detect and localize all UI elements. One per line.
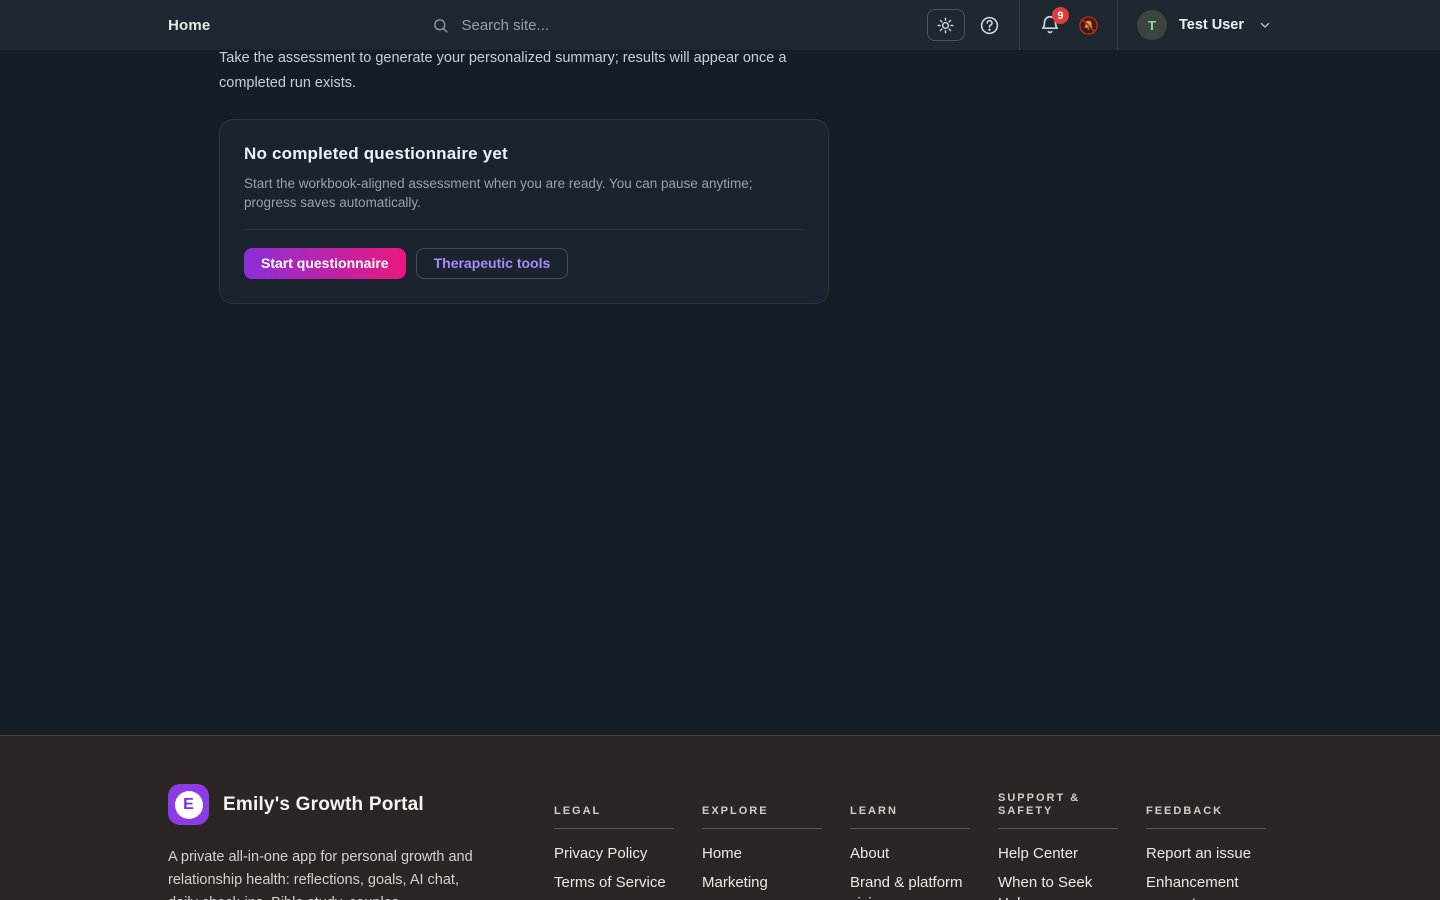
footer-link-when-to-seek-help[interactable]: When to Seek Help xyxy=(998,872,1118,900)
results-intro-text: Take the assessment to generate your per… xyxy=(219,46,859,96)
main-content: Take the assessment to generate your per… xyxy=(0,0,1440,735)
user-name: Test User xyxy=(1179,17,1244,33)
footer-column-feedback: FEEDBACK Report an issue Enhancement req… xyxy=(1146,784,1266,900)
footer-heading: LEGAL xyxy=(554,784,674,818)
footer-heading: EXPLORE xyxy=(702,784,822,818)
page-footer: E Emily's Growth Portal A private all-in… xyxy=(0,735,1440,900)
navbar-actions: 9 T Test User xyxy=(927,0,1272,50)
footer-link-about[interactable]: About xyxy=(850,843,970,864)
navbar-divider xyxy=(1019,0,1020,50)
footer-link-help-center[interactable]: Help Center xyxy=(998,843,1118,864)
card-divider xyxy=(244,229,804,230)
navbar-divider xyxy=(1117,0,1118,50)
footer-link-enhancement-requests[interactable]: Enhancement requests xyxy=(1146,872,1266,900)
card-description: Start the workbook-aligned assessment wh… xyxy=(244,174,774,212)
footer-brand-block: E Emily's Growth Portal A private all-in… xyxy=(168,784,476,900)
brand-logo-letter: E xyxy=(175,791,203,819)
footer-link-brand-platform-vision[interactable]: Brand & platform vision xyxy=(850,872,970,900)
sun-icon xyxy=(937,17,954,34)
theme-toggle-button[interactable] xyxy=(927,9,965,41)
questionnaire-empty-state-card: No completed questionnaire yet Start the… xyxy=(219,119,829,304)
footer-link-home[interactable]: Home xyxy=(702,843,822,864)
notification-badge: 9 xyxy=(1052,7,1069,24)
footer-heading: SUPPORT & SAFETY xyxy=(998,784,1118,818)
nav-home-link[interactable]: Home xyxy=(168,17,210,34)
footer-heading: LEARN xyxy=(850,784,970,818)
footer-heading: FEEDBACK xyxy=(1146,784,1266,818)
search-input[interactable] xyxy=(459,16,673,35)
footer-link-marketing[interactable]: Marketing xyxy=(702,872,822,893)
brand-name: Emily's Growth Portal xyxy=(223,794,424,816)
brand-description: A private all-in-one app for personal gr… xyxy=(168,846,476,900)
therapeutic-tools-button[interactable]: Therapeutic tools xyxy=(416,248,569,279)
footer-link-terms-of-service[interactable]: Terms of Service xyxy=(554,872,674,893)
footer-column-explore: EXPLORE Home Marketing xyxy=(702,784,822,900)
top-navbar: Home 9 xyxy=(0,0,1440,51)
footer-column-learn: LEARN About Brand & platform vision xyxy=(850,784,970,900)
card-title: No completed questionnaire yet xyxy=(244,144,804,164)
footer-column-support-safety: SUPPORT & SAFETY Help Center When to See… xyxy=(998,784,1118,900)
notifications-button[interactable]: 9 xyxy=(1039,14,1061,36)
avatar: T xyxy=(1137,10,1167,40)
card-actions: Start questionnaire Therapeutic tools xyxy=(244,248,804,279)
user-menu[interactable]: T Test User xyxy=(1137,10,1272,40)
brand-logo-icon: E xyxy=(168,784,209,825)
footer-columns: LEGAL Privacy Policy Terms of Service EX… xyxy=(554,784,1266,900)
footer-heading-divider xyxy=(1146,828,1266,829)
footer-heading-divider xyxy=(702,828,822,829)
footer-heading-divider xyxy=(850,828,970,829)
search-icon xyxy=(432,17,449,34)
muted-alert-icon[interactable] xyxy=(1079,16,1098,35)
question-circle-icon xyxy=(979,15,1000,36)
intro-visible-line: completed run exists. xyxy=(219,71,859,96)
footer-link-privacy-policy[interactable]: Privacy Policy xyxy=(554,843,674,864)
brand-row: E Emily's Growth Portal xyxy=(168,784,476,825)
start-questionnaire-button[interactable]: Start questionnaire xyxy=(244,248,406,279)
footer-column-legal: LEGAL Privacy Policy Terms of Service xyxy=(554,784,674,900)
help-button[interactable] xyxy=(979,15,1000,36)
footer-heading-divider xyxy=(998,828,1118,829)
site-search[interactable] xyxy=(432,16,673,35)
footer-link-report-an-issue[interactable]: Report an issue xyxy=(1146,843,1266,864)
footer-heading-divider xyxy=(554,828,674,829)
chevron-down-icon xyxy=(1258,18,1272,32)
